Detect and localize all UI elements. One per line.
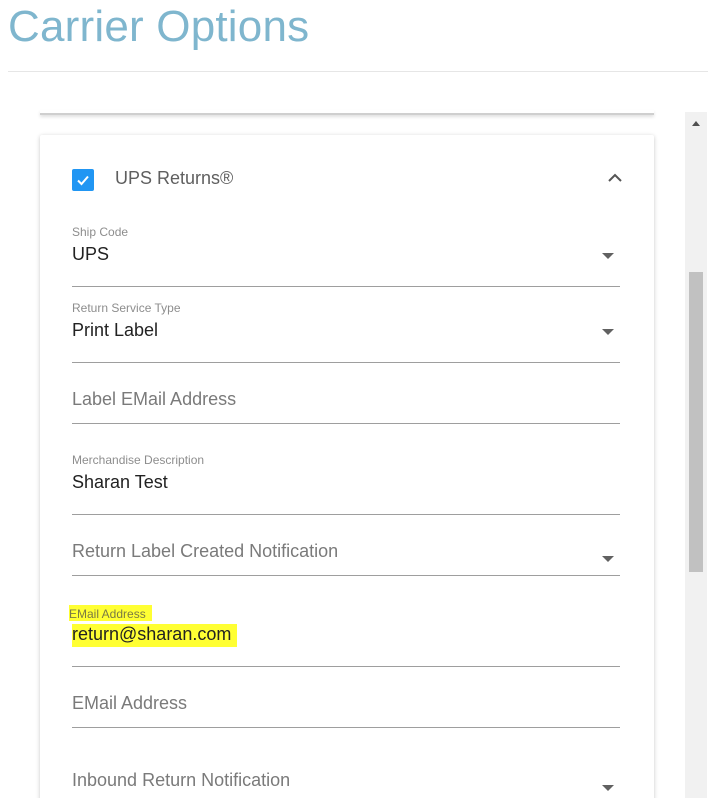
return-label-created-notification-placeholder: Return Label Created Notification <box>72 541 339 561</box>
caret-down-icon <box>602 556 614 562</box>
inbound-return-notification-placeholder: Inbound Return Notification <box>72 770 291 790</box>
caret-down-icon <box>602 253 614 259</box>
label-email-input[interactable]: Label EMail Address <box>72 362 620 424</box>
inbound-return-notification-select[interactable]: Inbound Return Notification <box>72 743 620 798</box>
email-address-placeholder: EMail Address <box>72 693 188 713</box>
notification-email-input[interactable]: EMail Address return@sharan.com <box>69 605 620 667</box>
merchandise-description-input[interactable]: Merchandise Description Sharan Test <box>72 453 620 515</box>
chevron-up-icon <box>608 173 622 182</box>
scroll-up-arrow-icon <box>692 120 700 126</box>
caret-down-icon <box>602 785 614 791</box>
card-header[interactable]: UPS Returns® <box>40 135 654 215</box>
merchandise-description-label: Merchandise Description <box>72 453 205 467</box>
return-service-type-label: Return Service Type <box>72 301 181 315</box>
card-title: UPS Returns® <box>115 168 234 188</box>
email-address-input[interactable]: EMail Address <box>72 666 620 728</box>
merchandise-description-value: Sharan Test <box>72 472 168 492</box>
previous-card-edge <box>40 110 654 115</box>
ship-code-label: Ship Code <box>72 225 129 239</box>
ship-code-value: UPS <box>72 244 110 264</box>
scroll-up-button[interactable] <box>685 112 707 134</box>
notification-email-value: return@sharan.com <box>72 624 238 647</box>
notification-email-label: EMail Address <box>69 605 152 621</box>
ship-code-select[interactable]: Ship Code UPS <box>72 225 620 287</box>
vertical-scrollbar[interactable] <box>685 112 707 798</box>
ups-returns-checkbox[interactable] <box>72 169 94 191</box>
scroll-viewport[interactable]: UPS Returns® Ship Code UPS Return Servic… <box>8 72 708 798</box>
return-label-created-notification-select[interactable]: Return Label Created Notification <box>72 514 620 576</box>
check-icon <box>77 175 89 186</box>
scroll-thumb[interactable] <box>689 272 703 572</box>
ups-returns-card: UPS Returns® Ship Code UPS Return Servic… <box>40 135 654 798</box>
label-email-placeholder: Label EMail Address <box>72 389 237 409</box>
collapse-button[interactable] <box>603 165 627 189</box>
caret-down-icon <box>602 329 614 335</box>
return-service-type-value: Print Label <box>72 320 159 340</box>
carrier-options-page: Carrier Options UPS Returns® Ship Code U… <box>0 0 717 798</box>
page-title: Carrier Options <box>8 2 310 51</box>
return-service-type-select[interactable]: Return Service Type Print Label <box>72 301 620 363</box>
